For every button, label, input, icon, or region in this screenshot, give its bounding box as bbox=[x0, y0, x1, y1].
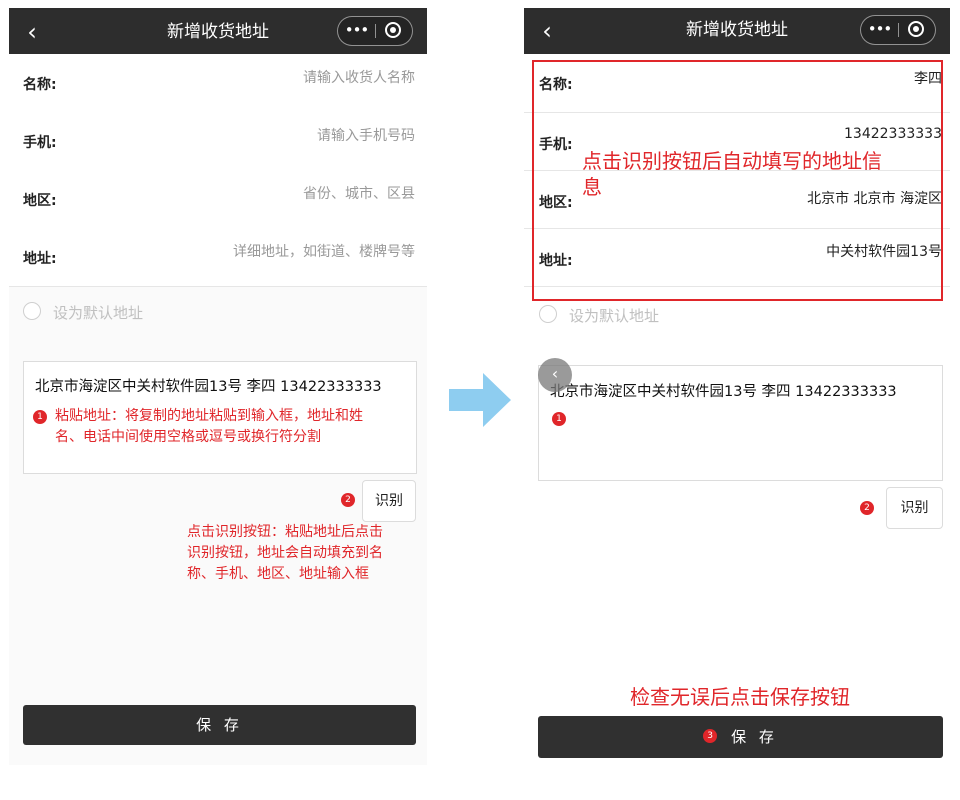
paste-instruction-note: 粘贴地址：将复制的地址粘贴到输入框，地址和姓 名、电话中间使用空格或逗号或换行符… bbox=[55, 408, 363, 445]
save-instruction-note: 检查无误后点击保存按钮 bbox=[630, 685, 850, 709]
step-2-badge: 2 bbox=[860, 501, 874, 515]
name-field-row[interactable]: 名称: 请输入收货人名称 bbox=[9, 54, 427, 113]
name-label: 名称: bbox=[23, 77, 57, 93]
recognize-button[interactable]: 识别 bbox=[362, 480, 416, 522]
more-dots-icon[interactable]: ••• bbox=[338, 17, 375, 45]
save-button[interactable]: 3 保 存 bbox=[538, 716, 943, 758]
chevron-left-icon[interactable]: ‹ bbox=[538, 358, 572, 392]
autofill-result-note: 点击识别按钮后自动填写的地址信 息 bbox=[582, 149, 882, 199]
step-1-badge: 1 bbox=[552, 412, 566, 426]
step-2-badge: 2 bbox=[341, 493, 355, 507]
radio-unchecked-icon[interactable] bbox=[23, 302, 41, 320]
phone-input[interactable]: 请输入手机号码 bbox=[317, 125, 415, 145]
region-picker[interactable]: 省份、城市、区县 bbox=[303, 183, 415, 203]
chevron-left-icon[interactable]: ‹ bbox=[534, 17, 560, 45]
more-dots-icon[interactable]: ••• bbox=[861, 16, 898, 44]
name-input[interactable]: 请输入收货人名称 bbox=[303, 67, 415, 87]
phone-field-row[interactable]: 手机: 请输入手机号码 bbox=[9, 112, 427, 171]
navigation-bar: ‹ 新增收货地址 ••• bbox=[524, 8, 950, 54]
address-input[interactable]: 详细地址，如街道、楼牌号等 bbox=[233, 241, 415, 261]
recognize-instruction-note: 点击识别按钮：粘贴地址后点击 识别按钮，地址会自动填充到名 称、手机、地区、地址… bbox=[187, 524, 383, 582]
region-field-row[interactable]: 地区: 省份、城市、区县 bbox=[9, 170, 427, 229]
navigation-bar: ‹ 新增收货地址 ••• bbox=[9, 8, 427, 56]
default-address-label: 设为默认地址 bbox=[569, 307, 660, 325]
paste-address-textarea[interactable]: 北京市海淀区中关村软件园13号 李四 13422333333 1 bbox=[538, 365, 943, 481]
step-3-badge: 3 bbox=[703, 729, 718, 743]
save-button[interactable]: 保 存 bbox=[23, 705, 416, 745]
chevron-left-icon[interactable]: ‹ bbox=[19, 18, 45, 46]
mini-program-capsule: ••• bbox=[860, 15, 936, 45]
recognize-button[interactable]: 识别 bbox=[886, 487, 943, 529]
default-address-label: 设为默认地址 bbox=[53, 304, 144, 322]
phone-label: 手机: bbox=[23, 135, 57, 151]
address-label: 地址: bbox=[23, 251, 57, 267]
phone-screen-before: ‹ 新增收货地址 ••• 名称: 请输入收货人名称 手机: 请输入手机号码 地区… bbox=[9, 8, 427, 765]
region-label: 地区: bbox=[23, 193, 57, 209]
step-1-badge: 1 bbox=[33, 410, 47, 424]
phone-screen-after: ‹ 新增收货地址 ••• 名称: 李四 手机: 13422333333 地区: … bbox=[524, 8, 950, 765]
pasted-address-text: 北京市海淀区中关村软件园13号 李四 13422333333 bbox=[35, 379, 382, 395]
pasted-address-text: 北京市海淀区中关村软件园13号 李四 13422333333 bbox=[550, 384, 897, 400]
paste-address-textarea[interactable]: 北京市海淀区中关村软件园13号 李四 13422333333 1 粘贴地址：将复… bbox=[23, 361, 417, 474]
address-field-row[interactable]: 地址: 详细地址，如街道、楼牌号等 bbox=[9, 228, 427, 287]
mini-program-capsule: ••• bbox=[337, 16, 413, 46]
target-circle-icon[interactable] bbox=[376, 17, 412, 45]
right-arrow-icon bbox=[449, 373, 511, 427]
radio-unchecked-icon[interactable] bbox=[539, 305, 557, 323]
save-label: 保 存 bbox=[731, 728, 778, 746]
target-circle-icon[interactable] bbox=[899, 16, 935, 44]
